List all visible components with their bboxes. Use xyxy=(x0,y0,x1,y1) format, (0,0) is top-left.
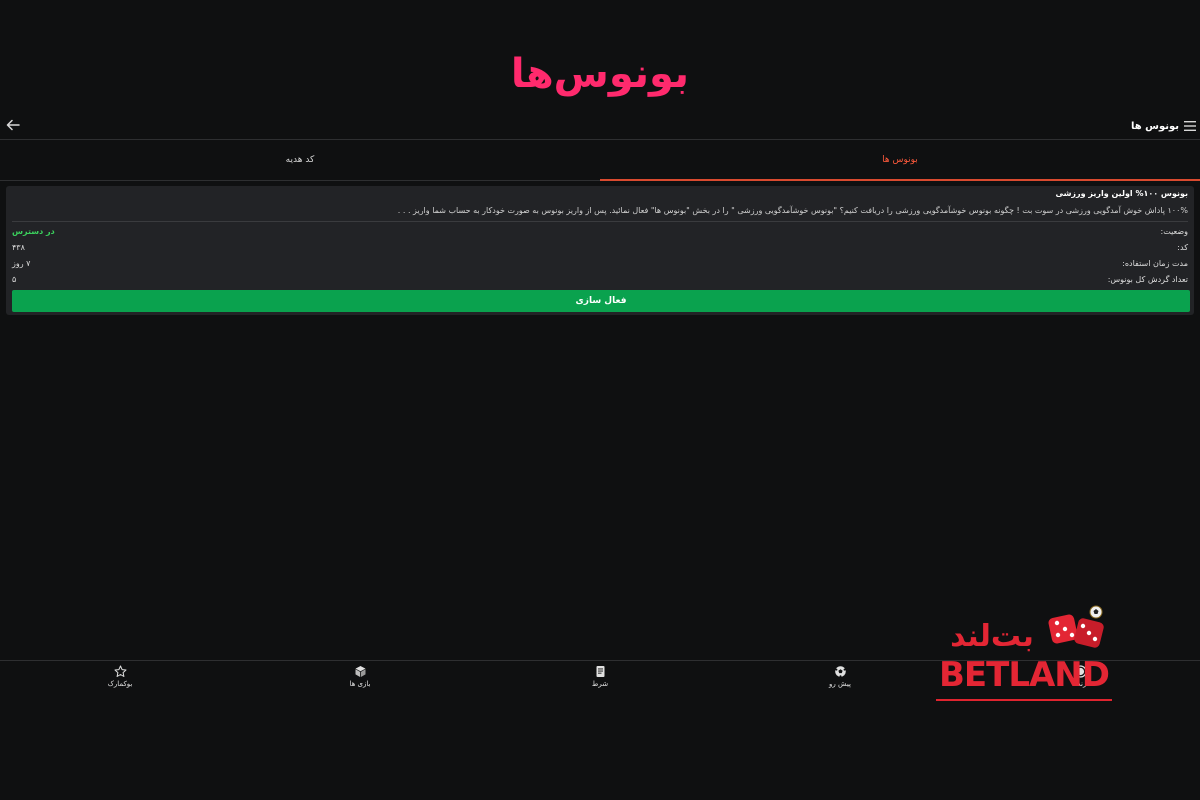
bonus-card: بونوس ۱۰۰% اولین واریز ورزشی ۱۰۰% پاداش … xyxy=(6,186,1194,315)
code-label: کد: xyxy=(1177,242,1188,252)
tab-gift-code-label: کد هدیه xyxy=(285,155,315,165)
back-arrow-icon[interactable] xyxy=(4,116,22,134)
duration-label: مدت زمان استفاده: xyxy=(1122,258,1188,268)
betland-logo: بت‌لند BETLAND xyxy=(939,605,1110,695)
topbar-title: بونوس ها xyxy=(1130,120,1179,132)
nav-item-betslip[interactable]: شرط xyxy=(480,661,720,701)
status-row: وضعیت: در دسترس xyxy=(12,224,1188,238)
nav-item-upcoming[interactable]: پیش رو xyxy=(720,661,960,701)
turnover-label: تعداد گردش کل بونوس: xyxy=(1107,274,1188,284)
soccer-ball-icon xyxy=(834,666,846,678)
star-icon xyxy=(114,665,126,677)
turnover-row: تعداد گردش کل بونوس: ۵ xyxy=(12,272,1188,286)
nav-item-bookmark[interactable]: بوکمارک xyxy=(0,661,240,701)
bonus-title: بونوس ۱۰۰% اولین واریز ورزشی xyxy=(1055,189,1188,198)
menu-button[interactable]: بونوس ها xyxy=(1131,117,1196,135)
nav-label-betslip: شرط xyxy=(591,680,609,688)
dice-icon xyxy=(1048,605,1104,648)
brand-underline xyxy=(936,699,1112,701)
hamburger-menu-icon xyxy=(1184,121,1196,131)
nav-label-games: بازی ها xyxy=(349,680,371,688)
status-label: وضعیت: xyxy=(1160,226,1188,236)
tab-bonuses-label: بونوس ها xyxy=(882,155,918,165)
code-row: کد: ۴۳۸ xyxy=(12,240,1188,254)
turnover-value: ۵ xyxy=(12,274,17,284)
activate-button[interactable]: فعال سازی xyxy=(12,290,1190,312)
duration-row: مدت زمان استفاده: ۷ روز xyxy=(12,256,1188,270)
nav-item-games[interactable]: بازی ها xyxy=(240,661,480,701)
brand-persian-text: بت‌لند xyxy=(950,619,1034,654)
brand-name-text: BETLAND xyxy=(939,655,1109,695)
nav-label-bookmark: بوکمارک xyxy=(107,680,133,688)
betslip-icon xyxy=(596,666,604,677)
nav-label-upcoming: پیش رو xyxy=(829,680,851,688)
page-hero-title: بونوس‌ها xyxy=(510,51,690,97)
bonuses-page: بونوس‌ها بونوس ها بونوس ها کد هدیه بونوس… xyxy=(0,0,1200,800)
duration-value: ۷ روز xyxy=(12,258,31,268)
cube-icon xyxy=(355,666,365,677)
code-value: ۴۳۸ xyxy=(12,242,25,252)
card-divider xyxy=(12,221,1188,222)
bonus-description: ۱۰۰% پاداش خوش آمدگویی ورزشی در سوت بت !… xyxy=(397,206,1188,215)
tab-bonuses[interactable]: بونوس ها xyxy=(600,140,1200,181)
tab-bar: بونوس ها کد هدیه xyxy=(0,140,1200,181)
top-bar: بونوس ها xyxy=(0,112,1200,140)
status-value: در دسترس xyxy=(12,226,55,236)
tab-gift-code[interactable]: کد هدیه xyxy=(0,140,600,180)
